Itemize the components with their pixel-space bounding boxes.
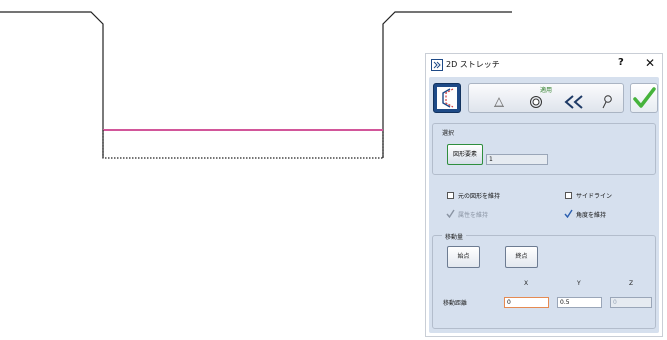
keep-angle-label: 角度を維持	[576, 212, 607, 219]
distance-label: 移動距離	[443, 300, 468, 307]
operation-tabstrip: 適用	[468, 83, 624, 113]
distance-z-field[interactable]: 0	[610, 297, 652, 308]
checkmark-icon	[633, 87, 656, 108]
stretch-dialog: 2D ストレッチ ? ✕ 適用 選択 図形要素 1 元の図形を維持 サイドライン…	[425, 53, 663, 337]
triangle-icon[interactable]	[493, 96, 505, 108]
stretch-preview-outline	[102, 130, 384, 159]
selection-count-field: 1	[486, 154, 548, 165]
axis-x-label: X	[524, 280, 529, 287]
apply-tab-label: 適用	[539, 87, 552, 94]
pin-icon[interactable]	[601, 94, 613, 110]
keep-attributes-label: 属性を維持	[458, 212, 489, 219]
target-icon[interactable]	[529, 95, 543, 109]
select-entity-button[interactable]: 図形要素	[447, 144, 483, 165]
distance-x-field[interactable]: 0	[504, 297, 549, 308]
keep-angle-checkbox[interactable]	[564, 209, 573, 218]
keep-original-checkbox[interactable]	[447, 192, 454, 199]
keep-original-label: 元の図形を維持	[458, 193, 501, 200]
end-point-button[interactable]: 終点	[505, 246, 538, 268]
stretch-app-icon	[431, 59, 443, 71]
ok-button[interactable]	[630, 83, 658, 113]
start-point-button[interactable]: 始点	[447, 246, 480, 268]
selection-group-label: 選択	[442, 130, 455, 137]
movement-group-label: 移動量	[442, 232, 467, 241]
axis-z-label: Z	[629, 280, 634, 287]
distance-y-field[interactable]: 0.5	[557, 297, 602, 308]
dialog-body: 適用 選択 図形要素 1 元の図形を維持 サイドライン 属性を維持 角度を維持 …	[429, 77, 659, 333]
help-button[interactable]: ?	[618, 57, 624, 68]
stretch-profile-icon	[437, 87, 457, 109]
movement-group: 移動量 始点 終点 X Y Z 移動距離 0 0.5 0	[432, 232, 656, 329]
stretch-mode-button[interactable]	[433, 83, 461, 113]
side-line-label: サイドライン	[576, 193, 613, 200]
side-line-checkbox[interactable]	[565, 192, 572, 199]
keep-attributes-checkbox[interactable]	[446, 209, 455, 218]
double-chevron-icon[interactable]	[563, 94, 585, 110]
dialog-titlebar[interactable]: 2D ストレッチ ? ✕	[426, 54, 662, 76]
axis-y-label: Y	[577, 280, 581, 287]
close-button[interactable]: ✕	[645, 56, 655, 70]
dialog-title: 2D ストレッチ	[446, 60, 500, 69]
selection-group: 選択 図形要素 1	[432, 123, 656, 175]
